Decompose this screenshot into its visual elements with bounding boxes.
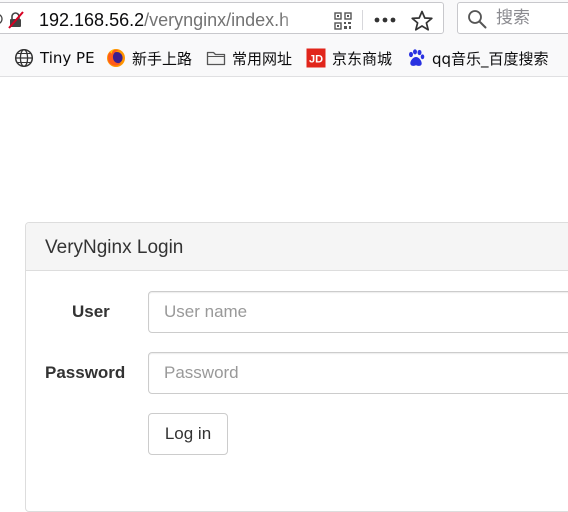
qr-code-icon[interactable] — [334, 12, 352, 30]
panel-heading: VeryNginx Login — [26, 223, 568, 271]
url-text[interactable]: 192.168.56.2/verynginx/index.h — [39, 10, 299, 30]
folder-icon — [206, 51, 226, 66]
bookmark-folder-common-sites[interactable]: 常用网址 — [206, 47, 292, 69]
jd-icon: JD — [306, 48, 326, 68]
search-input[interactable] — [496, 7, 568, 29]
password-label: Password — [45, 363, 126, 382]
username-input[interactable] — [148, 291, 568, 333]
bookmarks-toolbar: Tiny PE 新手上路 常用网址 JD 京东商城 qq音乐_百度搜索 — [0, 38, 568, 77]
bookmark-label: 京东商城 — [332, 49, 393, 68]
user-label: User — [72, 302, 110, 321]
login-panel: VeryNginx Login User Password Log in — [25, 222, 568, 512]
bookmark-getting-started[interactable]: 新手上路 — [106, 47, 192, 69]
bookmark-label: 新手上路 — [132, 49, 193, 68]
url-fade — [281, 7, 303, 31]
browser-toolbar: 192.168.56.2/verynginx/index.h — [0, 0, 568, 38]
url-path: /verynginx/index.h — [144, 10, 290, 30]
toolbar-separator — [362, 10, 363, 30]
baidu-paw-icon — [409, 49, 425, 66]
page-actions-icon[interactable] — [374, 17, 396, 23]
panel-title: VeryNginx Login — [45, 237, 184, 258]
insecure-connection-icon[interactable] — [7, 11, 25, 29]
site-info-icon[interactable] — [0, 13, 3, 25]
bookmark-label: Tiny PE — [40, 49, 95, 67]
firefox-icon — [107, 49, 125, 67]
url-host: 192.168.56.2 — [39, 10, 145, 30]
bookmark-label: qq音乐_百度搜索 — [432, 49, 549, 68]
bookmark-qq-music-baidu[interactable]: qq音乐_百度搜索 — [406, 47, 549, 69]
bookmark-star-icon[interactable] — [411, 10, 433, 32]
password-input[interactable] — [148, 352, 568, 394]
search-bar[interactable] — [457, 2, 568, 34]
bookmark-tiny-pe[interactable]: Tiny PE — [14, 47, 95, 69]
login-button[interactable]: Log in — [148, 413, 228, 455]
bookmark-jd-mall[interactable]: JD 京东商城 — [306, 47, 392, 69]
svg-text:JD: JD — [309, 53, 323, 65]
bookmark-label: 常用网址 — [232, 49, 293, 68]
url-bar[interactable]: 192.168.56.2/verynginx/index.h — [0, 2, 444, 34]
search-icon[interactable] — [467, 9, 487, 29]
globe-icon — [14, 48, 34, 68]
